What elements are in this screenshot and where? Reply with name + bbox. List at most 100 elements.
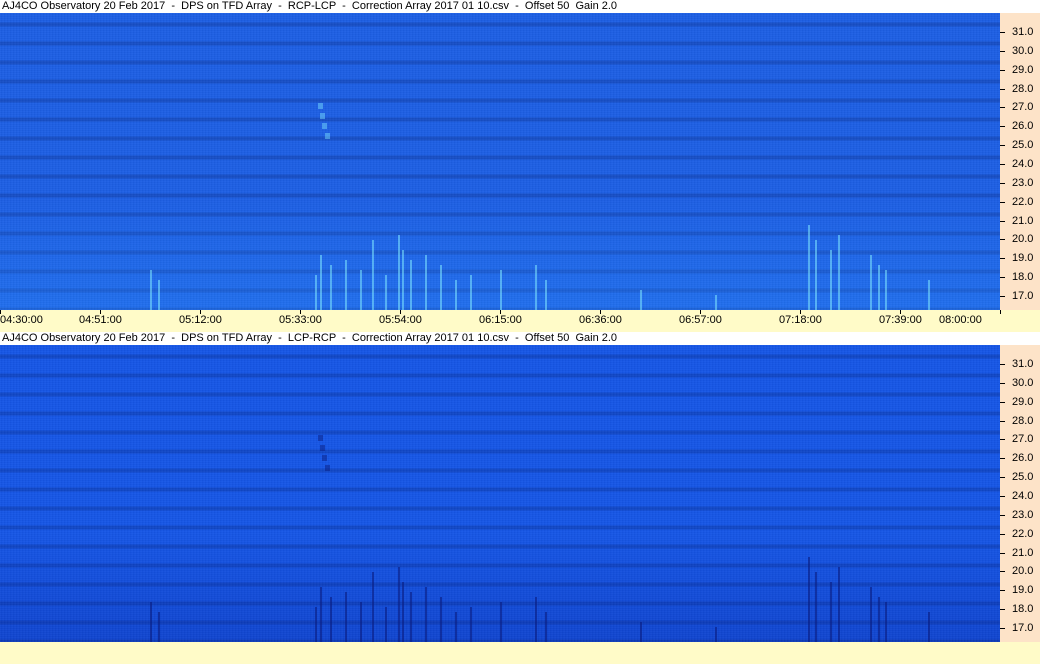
burst-streak	[330, 597, 332, 642]
burst-marks-2	[150, 435, 930, 642]
burst-streak	[838, 235, 840, 310]
freq-tick-label: 30.0	[1012, 44, 1034, 57]
time-tick-label: 07:39:00	[879, 314, 922, 326]
burst-streak	[815, 240, 817, 310]
freq-tick	[1000, 439, 1005, 441]
burst-speckle	[320, 445, 325, 451]
burst-streak	[345, 260, 347, 310]
freq-tick	[1000, 477, 1005, 479]
freq-tick-label: 17.0	[1012, 289, 1034, 302]
freq-tick-label: 23.0	[1012, 508, 1034, 521]
burst-streak	[150, 602, 152, 642]
freq-tick	[1000, 590, 1005, 592]
freq-tick	[1000, 239, 1005, 241]
freq-tick-label: 22.0	[1012, 195, 1034, 208]
time-axis: 04:30:00 04:51:00 05:12:00 05:33:00 05:54:00…	[0, 310, 1040, 332]
burst-streak	[345, 592, 347, 642]
burst-streak	[715, 627, 717, 642]
freq-tick	[1000, 627, 1005, 629]
freq-tick	[1000, 69, 1005, 71]
burst-streak	[158, 612, 160, 642]
freq-tick-label: 17.0	[1012, 621, 1034, 634]
freq-tick	[1000, 401, 1005, 403]
freq-tick-label: 20.0	[1012, 233, 1034, 246]
burst-streak	[385, 275, 387, 310]
burst-streak	[158, 280, 160, 310]
burst-streak	[385, 607, 387, 642]
burst-streak	[320, 587, 322, 642]
burst-streak	[315, 607, 317, 642]
freq-tick	[1000, 382, 1005, 384]
freq-tick-label: 29.0	[1012, 395, 1034, 408]
burst-streak	[425, 255, 427, 310]
freq-tick-label: 28.0	[1012, 414, 1034, 427]
time-tick-label: 05:33:00	[279, 314, 322, 326]
freq-tick-label: 30.0	[1012, 376, 1034, 389]
burst-speckle	[322, 455, 327, 461]
panel-1-title: AJ4CO Observatory 20 Feb 2017 - DPS on T…	[0, 0, 1000, 13]
burst-streak	[808, 225, 810, 310]
time-tick-label: 06:57:00	[679, 314, 722, 326]
burst-streak	[830, 250, 832, 310]
spectrogram-lcp-rcp[interactable]	[0, 345, 1000, 642]
burst-streak	[372, 240, 374, 310]
freq-tick-label: 27.0	[1012, 101, 1034, 114]
freq-tick	[1000, 163, 1005, 165]
panel-2-title: AJ4CO Observatory 20 Feb 2017 - DPS on T…	[0, 332, 1000, 345]
freq-tick-label: 29.0	[1012, 63, 1034, 76]
burst-streak	[315, 275, 317, 310]
freq-tick	[1000, 571, 1005, 573]
freq-tick	[1000, 32, 1005, 33]
time-tick-label: 06:15:00	[479, 314, 522, 326]
burst-streak	[878, 265, 880, 310]
burst-streak	[870, 587, 872, 642]
burst-speckle	[325, 133, 330, 139]
burst-speckle	[320, 113, 325, 119]
burst-streak	[410, 592, 412, 642]
burst-streak	[815, 572, 817, 642]
freq-tick-label: 18.0	[1012, 271, 1034, 284]
burst-streak	[360, 602, 362, 642]
freq-tick	[1000, 145, 1005, 147]
burst-streak	[455, 280, 457, 310]
burst-streak	[885, 270, 887, 310]
burst-streak	[838, 567, 840, 642]
burst-speckle	[322, 123, 327, 129]
burst-streak	[535, 265, 537, 310]
freq-tick	[1000, 182, 1005, 184]
freq-tick	[1000, 277, 1005, 279]
burst-streak	[545, 280, 547, 310]
freq-tick-label: 22.0	[1012, 527, 1034, 540]
burst-streak	[320, 255, 322, 310]
burst-streak	[535, 597, 537, 642]
freq-tick	[1000, 295, 1005, 297]
burst-streak	[398, 235, 400, 310]
freq-tick-label: 23.0	[1012, 176, 1034, 189]
freq-tick-label: 31.0	[1012, 26, 1034, 38]
burst-streak	[455, 612, 457, 642]
burst-streak	[440, 265, 442, 310]
burst-streak	[808, 557, 810, 642]
freq-tick-label: 31.0	[1012, 358, 1034, 370]
burst-streak	[830, 582, 832, 642]
freq-tick	[1000, 552, 1005, 554]
bottom-axis-strip	[0, 642, 1040, 664]
burst-streak	[425, 587, 427, 642]
time-tick-label: 05:54:00	[379, 314, 422, 326]
time-tick-label: 08:00:00	[939, 314, 982, 326]
burst-streak	[402, 582, 404, 642]
burst-streak	[715, 295, 717, 310]
freq-tick-label: 21.0	[1012, 546, 1034, 559]
burst-streak	[870, 255, 872, 310]
burst-streak	[402, 250, 404, 310]
spectrogram-rcp-lcp[interactable]	[0, 13, 1000, 310]
time-tick-label: 07:18:00	[779, 314, 822, 326]
burst-speckle	[318, 103, 323, 109]
freq-tick	[1000, 420, 1005, 422]
burst-speckle	[318, 435, 323, 441]
freq-tick	[1000, 533, 1005, 535]
burst-streak	[360, 270, 362, 310]
burst-streak	[928, 612, 930, 642]
time-tick-label: 04:30:00	[0, 314, 43, 326]
time-tick-label: 04:51:00	[79, 314, 122, 326]
